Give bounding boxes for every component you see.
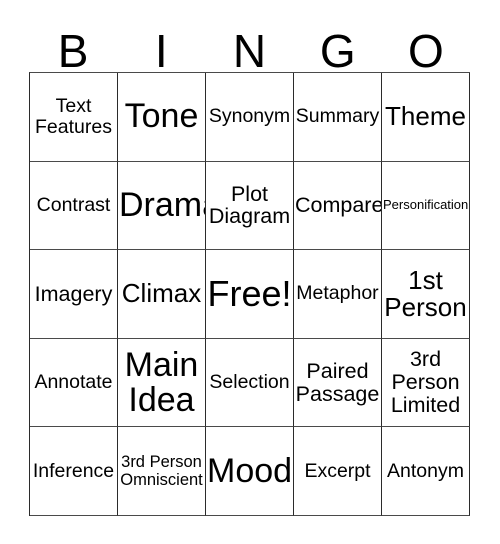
bingo-cell-label: Tone: [124, 97, 199, 136]
bingo-cell[interactable]: Paired Passage: [294, 338, 382, 428]
bingo-cell[interactable]: Text Features: [30, 73, 118, 162]
bingo-cell-label: Contrast: [36, 193, 111, 216]
bingo-cell[interactable]: Inference: [30, 427, 118, 516]
header-cell-i: I: [117, 14, 205, 77]
header-letter-b: B: [57, 24, 89, 77]
header-letter-g: G: [319, 24, 356, 77]
bingo-cell[interactable]: Compare: [294, 161, 382, 251]
bingo-cell[interactable]: Personification: [382, 161, 470, 251]
bingo-row: Contrast Drama Plot Diagram Compare Pers…: [30, 161, 470, 251]
header-letter-n: N: [232, 24, 267, 77]
bingo-cell-free[interactable]: Free!: [206, 250, 294, 339]
bingo-cell[interactable]: 3rd Person Limited: [382, 338, 470, 428]
bingo-cell[interactable]: Theme: [382, 73, 470, 162]
bingo-cell-label: Mood: [207, 451, 293, 490]
bingo-cell[interactable]: Synonym: [206, 73, 294, 162]
bingo-cell[interactable]: Climax: [118, 250, 206, 339]
bingo-card: B I N G O Text Features Tone Synonym Sum…: [29, 14, 470, 516]
bingo-cell[interactable]: Summary: [294, 73, 382, 162]
header-cell-g: G: [294, 14, 382, 77]
header-cell-n: N: [205, 14, 293, 77]
header-cell-b: B: [29, 14, 117, 77]
bingo-cell-label: 3rd Person Limited: [390, 347, 461, 417]
bingo-cell-label: Climax: [121, 278, 202, 309]
bingo-cell-label: Annotate: [34, 371, 113, 394]
bingo-cell-label: Paired Passage: [295, 358, 380, 406]
header-letter-o: O: [408, 24, 444, 77]
bingo-cell[interactable]: Metaphor: [294, 250, 382, 339]
bingo-cell-label: Personification: [383, 197, 469, 213]
bingo-cell-label: Theme: [385, 101, 466, 132]
bingo-cell[interactable]: Selection: [206, 338, 294, 428]
bingo-cell-label: Summary: [295, 105, 380, 128]
bingo-cell-label: Excerpt: [304, 459, 371, 482]
bingo-cell[interactable]: Plot Diagram: [206, 161, 294, 251]
bingo-cell-label: 1st Person: [384, 264, 467, 322]
bingo-row: Text Features Tone Synonym Summary Theme: [30, 73, 470, 162]
bingo-cell-label: Drama: [119, 186, 205, 225]
bingo-cell[interactable]: 3rd Person Omniscient: [118, 427, 206, 516]
bingo-cell-label: 3rd Person Omniscient: [120, 453, 203, 490]
bingo-cell[interactable]: Contrast: [30, 161, 118, 251]
bingo-cell[interactable]: Main Idea: [118, 338, 206, 428]
bingo-row: Annotate Main Idea Selection Paired Pass…: [30, 338, 470, 428]
bingo-cell[interactable]: Mood: [206, 427, 294, 516]
bingo-cell[interactable]: Tone: [118, 73, 206, 162]
bingo-cell-label: Synonym: [208, 105, 291, 128]
bingo-header: B I N G O: [29, 14, 470, 77]
bingo-cell-label: Inference: [32, 459, 115, 482]
bingo-cell[interactable]: Antonym: [382, 427, 470, 516]
bingo-cell-label: Plot Diagram: [208, 181, 291, 229]
header-letter-i: I: [154, 24, 168, 77]
bingo-cell[interactable]: Imagery: [30, 250, 118, 339]
bingo-cell-label: Metaphor: [296, 282, 379, 305]
bingo-cell[interactable]: Annotate: [30, 338, 118, 428]
bingo-cell-label: Selection: [209, 371, 290, 394]
bingo-row: Inference 3rd Person Omniscient Mood Exc…: [30, 427, 470, 516]
bingo-cell-label: Imagery: [34, 281, 113, 306]
bingo-cell[interactable]: 1st Person: [382, 250, 470, 339]
header-cell-o: O: [382, 14, 470, 77]
bingo-cell[interactable]: Excerpt: [294, 427, 382, 516]
bingo-cell-label: Main Idea: [124, 345, 199, 419]
bingo-grid: Text Features Tone Synonym Summary Theme…: [29, 72, 470, 516]
bingo-cell[interactable]: Drama: [118, 161, 206, 251]
bingo-cell-label: Compare: [295, 193, 382, 217]
bingo-row: Imagery Climax Free! Metaphor 1st Person: [30, 250, 470, 339]
bingo-cell-label: Antonym: [387, 459, 464, 482]
bingo-cell-label: Text Features: [35, 94, 112, 138]
bingo-cell-label: Free!: [207, 272, 292, 314]
